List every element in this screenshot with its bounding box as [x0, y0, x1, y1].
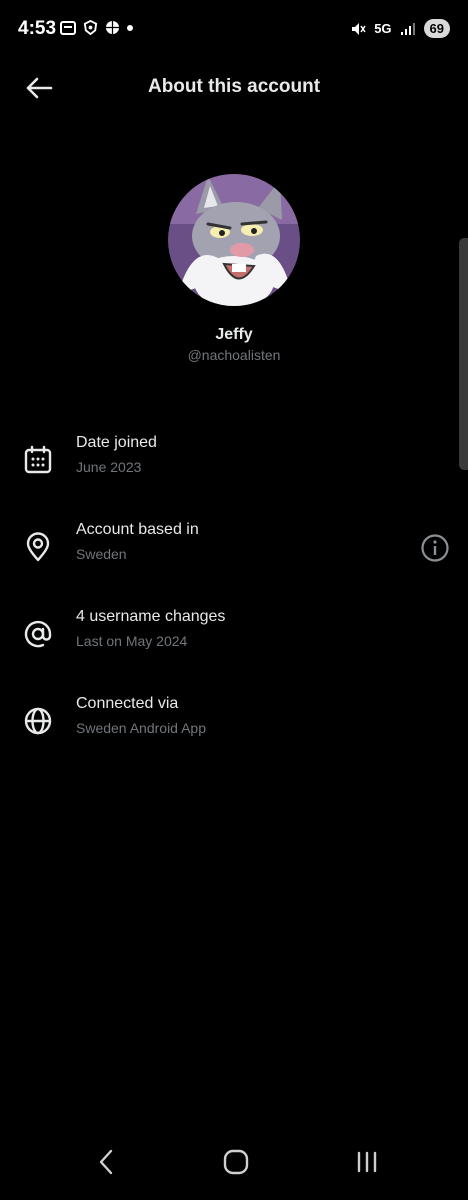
account-based-in-row: Account based in Sweden — [0, 521, 468, 581]
info-icon[interactable] — [420, 533, 450, 563]
recent-apps-icon — [357, 1151, 377, 1173]
username-changes-row: 4 username changes Last on May 2024 — [0, 608, 468, 668]
connected-via-row: Connected via Sweden Android App — [0, 695, 468, 755]
calendar-icon — [24, 445, 52, 474]
battery-level: 69 — [423, 19, 450, 38]
status-time: 4:53 — [18, 18, 57, 39]
at-sign-icon — [24, 620, 52, 648]
username-handle: @nachoalisten — [187, 347, 281, 363]
nav-home-button[interactable] — [218, 1144, 254, 1180]
shield-app-icon — [83, 20, 98, 35]
connected-via-value: Sweden Android App — [76, 720, 206, 736]
notification-icon — [60, 20, 76, 35]
system-icons: 5G 69 — [350, 19, 450, 38]
account-based-in-value: Sweden — [76, 546, 127, 562]
connected-via-label: Connected via — [76, 695, 179, 712]
date-joined-value: June 2023 — [76, 459, 142, 475]
home-icon — [223, 1149, 249, 1175]
username-changes-value: Last on May 2024 — [76, 633, 188, 649]
system-navigation-bar — [0, 1130, 468, 1200]
top-app-bar: About this account — [0, 58, 468, 118]
signal-icon — [400, 22, 415, 35]
location-pin-icon — [26, 532, 50, 562]
account-based-in-label: Account based in — [76, 521, 199, 538]
notification-icons — [60, 20, 133, 35]
chevron-left-icon — [99, 1149, 113, 1175]
page-title: About this account — [147, 76, 321, 97]
avatar[interactable] — [168, 174, 300, 306]
scrollbar[interactable] — [459, 238, 468, 470]
basketball-icon — [105, 20, 120, 35]
network-type: 5G — [374, 21, 392, 36]
date-joined-label: Date joined — [76, 434, 157, 451]
status-bar: 4:53 5G 69 — [0, 0, 468, 58]
date-joined-row: Date joined June 2023 — [0, 434, 468, 494]
mute-icon — [352, 22, 366, 35]
more-notifications-dot-icon — [127, 24, 133, 31]
username-changes-label: 4 username changes — [76, 608, 226, 625]
globe-icon — [24, 707, 52, 735]
nav-recents-button[interactable] — [349, 1144, 385, 1180]
nav-back-button[interactable] — [88, 1144, 124, 1180]
profile-picture — [168, 174, 300, 306]
display-name: Jeffy — [215, 326, 253, 343]
